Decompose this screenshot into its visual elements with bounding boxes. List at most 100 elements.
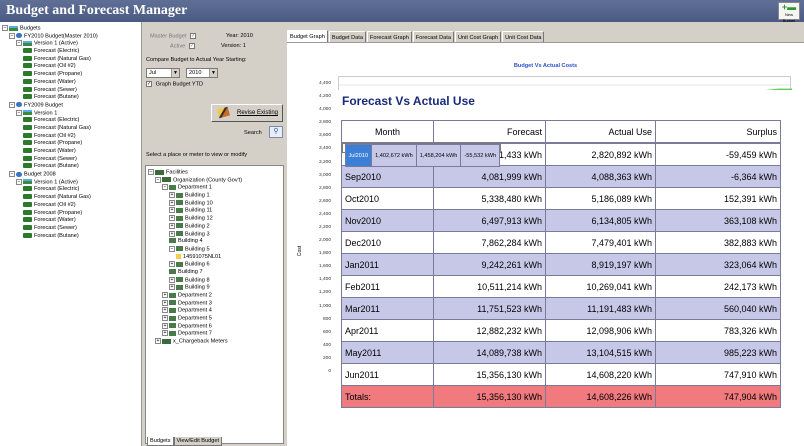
table-row[interactable]: Jun2011 15,356,130 kWh 14,608,220 kWh 747,9… — [341, 363, 781, 386]
facility-tree-node[interactable]: + Department 4 — [148, 307, 242, 315]
budget-tree-node[interactable]: Forecast (Butane) — [2, 94, 98, 102]
revise-existing-button[interactable]: Revise Existing — [211, 104, 283, 122]
facility-tree-node[interactable]: + Department 5 — [148, 315, 242, 323]
budget-tree-node[interactable]: Forecast (Oil #2) — [2, 63, 98, 71]
expand-icon[interactable]: + — [155, 338, 161, 345]
collapse-icon[interactable]: − — [155, 176, 161, 183]
budget-tree-node[interactable]: − Budget 2008 — [2, 171, 98, 179]
budget-tree[interactable]: − Budgets − FY2010 Budget(Master 2010) − Vers… — [2, 25, 98, 240]
table-row[interactable]: Dec2010 7,862,284 kWh 7,479,401 kWh 382,883… — [341, 231, 781, 254]
budget-tree-node[interactable]: Forecast (Natural Gas) — [2, 56, 98, 64]
budget-tree-node[interactable]: − Version 1 — [2, 109, 98, 118]
budget-tree-node[interactable]: Forecast (Electric) — [2, 186, 98, 194]
budget-tree-node[interactable]: Forecast (Propane) — [2, 210, 98, 218]
table-row[interactable]: May2011 14,089,738 kWh 13,104,515 kWh 985,2… — [341, 341, 781, 364]
expand-icon[interactable]: + — [162, 315, 168, 322]
budget-tree-node[interactable]: Forecast (Natural Gas) — [2, 125, 98, 133]
facility-tree-node[interactable]: + Building 3 — [148, 230, 242, 239]
budget-tree-node[interactable]: − Version 1 (Active) — [2, 40, 98, 48]
table-row[interactable]: Feb2011 10,511,214 kWh 10,269,041 kWh 242,1… — [341, 275, 781, 298]
budget-tree-node[interactable]: Forecast (Butane) — [2, 233, 98, 241]
collapse-icon[interactable]: − — [16, 109, 22, 116]
table-row[interactable]: Jul2010 1,402,672 kWh 1,458,204 kWh -55,532… — [341, 143, 502, 167]
budget-tree-node[interactable]: Forecast (Electric) — [2, 117, 98, 125]
budget-tree-node[interactable]: Forecast (Oil #2) — [2, 202, 98, 210]
facility-tree-node[interactable]: Building 7 — [148, 269, 242, 277]
budget-tree-node[interactable]: Forecast (Butane) — [2, 163, 98, 171]
budget-tree-node[interactable]: − FY2009 Budget — [2, 101, 98, 110]
master-budget-checkbox[interactable]: ✓ — [189, 33, 196, 39]
bottom-tab-budgets[interactable]: Budgets — [147, 437, 174, 446]
facility-tree-node[interactable]: + Building 11 — [148, 207, 242, 215]
expand-icon[interactable]: + — [162, 299, 168, 306]
expand-icon[interactable]: + — [169, 261, 175, 268]
expand-icon[interactable]: + — [169, 192, 175, 199]
budget-tree-node[interactable]: − FY2010 Budget(Master 2010) — [2, 32, 98, 41]
budget-tree-node[interactable]: Forecast (Sewer) — [2, 156, 98, 164]
collapse-icon[interactable]: − — [16, 40, 22, 47]
facility-tree-node[interactable]: − Organization (County Gov't) — [148, 176, 242, 185]
budget-tree-node[interactable]: Forecast (Water) — [2, 217, 98, 225]
expand-icon[interactable]: + — [162, 307, 168, 314]
expand-icon[interactable]: + — [169, 222, 175, 229]
budget-tree-node[interactable]: Forecast (Electric) — [2, 48, 98, 56]
search-button[interactable]: ⚲ — [269, 126, 283, 138]
facility-tree-node[interactable]: + Department 3 — [148, 299, 242, 308]
budget-tree-node[interactable]: − Version 1 (Active) — [2, 178, 98, 187]
table-row[interactable]: Oct2010 5,338,480 kWh 5,186,089 kWh 152,391… — [341, 187, 781, 210]
facility-tree-node[interactable]: − Building 5 — [148, 245, 242, 254]
facility-tree[interactable]: − Facilities − Organization (County Gov't) −… — [148, 169, 242, 346]
facility-tree-node[interactable]: − Facilities — [148, 169, 242, 177]
expand-icon[interactable]: + — [169, 284, 175, 291]
budget-tree-node[interactable]: Forecast (Sewer) — [2, 87, 98, 95]
collapse-icon[interactable]: − — [162, 184, 168, 191]
expand-icon[interactable]: + — [162, 330, 168, 337]
new-budget-button[interactable]: +▬ New Budget — [778, 2, 800, 23]
facility-tree-node[interactable]: + Department 2 — [148, 292, 242, 300]
expand-icon[interactable]: + — [169, 276, 175, 283]
collapse-icon[interactable]: − — [148, 169, 154, 175]
collapse-icon[interactable]: − — [16, 178, 22, 185]
collapse-icon[interactable]: − — [169, 245, 175, 252]
facility-tree-node[interactable]: + x_Chargeback Meters — [148, 338, 242, 346]
budget-tree-node[interactable]: Forecast (Propane) — [2, 140, 98, 148]
table-row[interactable]: Mar2011 11,751,523 kWh 11,191,483 kWh 560,0… — [341, 297, 781, 320]
collapse-icon[interactable]: − — [9, 32, 15, 39]
table-row[interactable]: Jan2011 9,242,261 kWh 8,919,197 kWh 323,064… — [341, 253, 781, 276]
facility-tree-node[interactable]: + Building 10 — [148, 199, 242, 208]
graph-ytd-checkbox[interactable]: ✓ — [146, 81, 152, 87]
budget-tree-node[interactable]: Forecast (Water) — [2, 79, 98, 87]
facility-tree-node[interactable]: + Building 6 — [148, 261, 242, 269]
expand-icon[interactable]: + — [169, 207, 175, 214]
table-row[interactable]: Nov2010 6,497,913 kWh 6,134,805 kWh 363,108… — [341, 209, 781, 232]
expand-icon[interactable]: + — [162, 292, 168, 298]
budget-tree-node[interactable]: Forecast (Propane) — [2, 71, 98, 79]
facility-tree-node[interactable]: Building 4 — [148, 238, 242, 246]
facility-tree-node[interactable]: + Building 12 — [148, 215, 242, 223]
facility-tree-node[interactable]: − Department 1 — [148, 184, 242, 192]
budget-tree-node[interactable]: − Budgets — [2, 25, 98, 33]
bottom-tab-view-edit-budget[interactable]: View/Edit Budget — [173, 437, 223, 446]
facility-tree-node[interactable]: + Building 2 — [148, 222, 242, 231]
expand-icon[interactable]: + — [169, 199, 175, 206]
collapse-icon[interactable]: − — [9, 101, 15, 108]
budget-tree-node[interactable]: Forecast (Oil #2) — [2, 133, 98, 141]
facility-tree-node[interactable]: + Building 8 — [148, 276, 242, 285]
month-select[interactable]: Jul ▼ — [146, 68, 180, 78]
facility-tree-node[interactable]: + Building 1 — [148, 192, 242, 200]
facility-tree-node[interactable]: 14591075NL01 — [148, 254, 242, 262]
facility-tree-node[interactable]: + Department 6 — [148, 322, 242, 331]
facility-tree-node[interactable]: + Building 9 — [148, 284, 242, 292]
expand-icon[interactable]: + — [169, 230, 175, 237]
year-select[interactable]: 2010 ▼ — [186, 68, 218, 78]
table-row[interactable]: Sep2010 4,081,999 kWh 4,088,363 kWh -6,364 … — [341, 165, 781, 188]
collapse-icon[interactable]: − — [2, 25, 8, 31]
expand-icon[interactable]: + — [169, 215, 175, 222]
budget-tree-node[interactable]: Forecast (Water) — [2, 148, 98, 156]
budget-tree-node[interactable]: Forecast (Sewer) — [2, 225, 98, 233]
budget-tree-node[interactable]: Forecast (Natural Gas) — [2, 194, 98, 202]
collapse-icon[interactable]: − — [9, 171, 15, 178]
table-row[interactable]: Apr2011 12,882,232 kWh 12,098,906 kWh 783,3… — [341, 319, 781, 342]
facility-tree-node[interactable]: + Department 7 — [148, 330, 242, 338]
active-checkbox[interactable]: ✓ — [188, 43, 195, 49]
